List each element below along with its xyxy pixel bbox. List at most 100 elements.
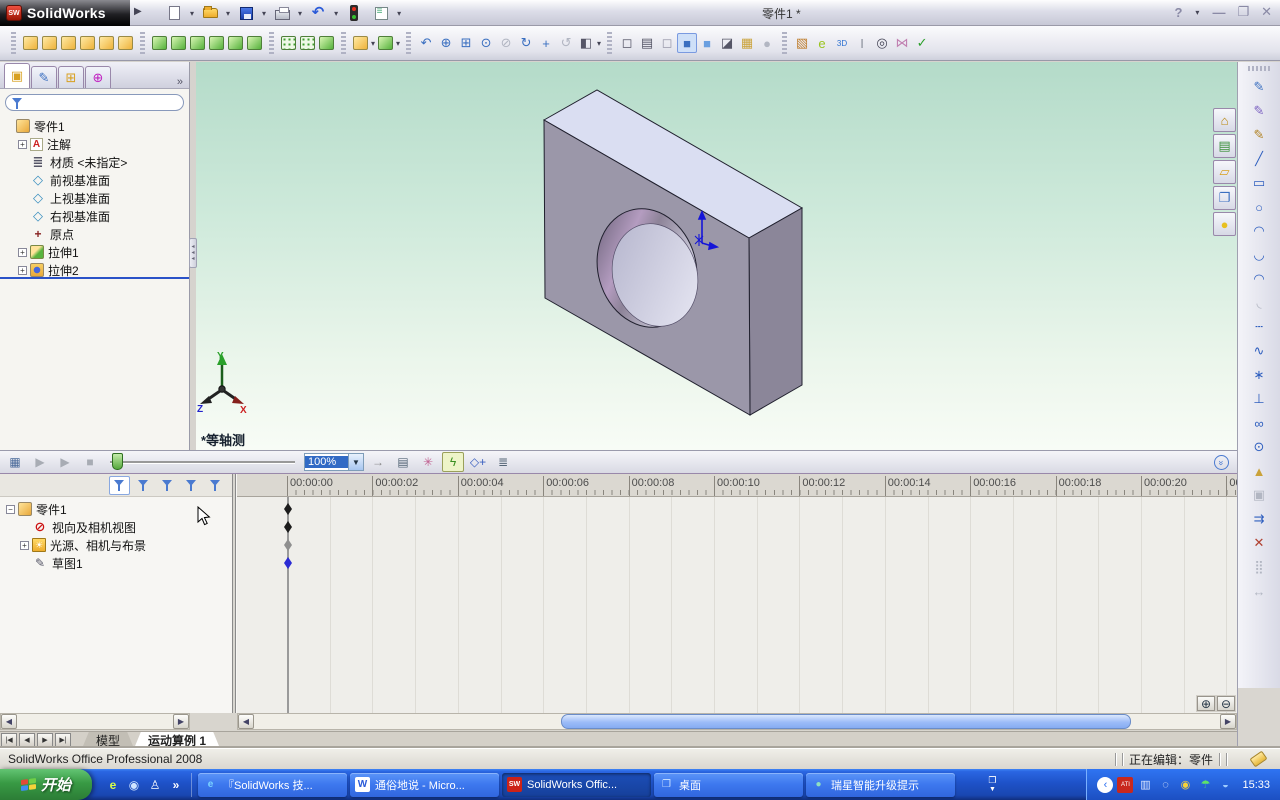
realview-button[interactable]: ▦: [737, 33, 757, 53]
more-tabs-button[interactable]: »: [177, 76, 183, 88]
circular-pattern-button[interactable]: [300, 36, 315, 50]
task-ie-solidworks[interactable]: e 『SolidWorks 技...: [198, 772, 347, 797]
quicklaunch-more-icon[interactable]: »: [168, 777, 184, 793]
mirror-button[interactable]: [319, 36, 334, 50]
open-button[interactable]: [198, 2, 222, 24]
expander-icon[interactable]: −: [6, 504, 15, 514]
part-right-face[interactable]: [748, 207, 803, 416]
motion-item-sketch1[interactable]: +✎草图1: [2, 554, 146, 572]
scrollbar-thumb[interactable]: [561, 714, 1131, 729]
scroll-right-button[interactable]: ▶: [1220, 714, 1236, 729]
tree-item-front-plane[interactable]: +◇前视基准面: [0, 171, 189, 189]
section-view-button-arrow-icon[interactable]: ▾: [597, 39, 601, 48]
section-view-button[interactable]: ◧: [576, 33, 596, 53]
tree-item-annotations[interactable]: + A 注解: [0, 135, 189, 153]
chamfer-button[interactable]: [209, 36, 224, 50]
panel-splitter-handle[interactable]: ◂ ◂ ◂: [189, 238, 197, 268]
shaded-button[interactable]: ■: [697, 33, 717, 53]
rebuild-traffic-light-button[interactable]: [342, 2, 366, 24]
lofted-boss-button[interactable]: [80, 36, 95, 50]
featuremanager-tab[interactable]: ▣: [4, 63, 30, 88]
wireframe-button[interactable]: ◻: [617, 33, 637, 53]
filter-all-button[interactable]: [109, 475, 130, 495]
convert-entities-button[interactable]: ▣: [1249, 485, 1269, 505]
modify-sketch-button[interactable]: ✎: [1249, 125, 1269, 145]
configurationmanager-tab[interactable]: ⊞: [58, 66, 84, 88]
design-checker-button[interactable]: ◎: [872, 33, 892, 53]
display-relations-button[interactable]: ∞: [1249, 413, 1269, 433]
key-point[interactable]: [284, 539, 292, 551]
roll-view-button[interactable]: ↺: [556, 33, 576, 53]
view-palette-tab[interactable]: ❐: [1213, 186, 1236, 210]
cd-tray-icon[interactable]: ◉: [1177, 777, 1193, 793]
undo-button[interactable]: ↶: [306, 2, 330, 24]
play-from-start-button[interactable]: ▶: [29, 452, 51, 472]
extruded-boss-button[interactable]: [23, 36, 38, 50]
rollback-bar[interactable]: [0, 277, 189, 279]
circle-button[interactable]: ○: [1249, 197, 1269, 217]
dropdown-arrow-icon[interactable]: ▾: [298, 9, 302, 18]
shadows-in-shaded-button[interactable]: ◪: [717, 33, 737, 53]
toolbar-grip[interactable]: [1248, 66, 1270, 71]
dropdown-arrow-icon[interactable]: ▾: [334, 9, 338, 18]
add-key-button[interactable]: ◇+: [467, 452, 489, 472]
collapse-motionmanager-button[interactable]: »: [1214, 455, 1229, 470]
task-rising-prompt[interactable]: ● 瑞星智能升级提示: [806, 772, 955, 797]
timeline-horizontal-scrollbar[interactable]: ◀ ▶: [237, 713, 1237, 730]
dimxpert-tab[interactable]: ⊕: [85, 66, 111, 88]
zoom-to-selection-button[interactable]: ⊘: [496, 33, 516, 53]
tree-filter-input[interactable]: [5, 94, 184, 111]
tree-item-origin[interactable]: ++原点: [0, 225, 189, 243]
expander-icon[interactable]: +: [18, 139, 27, 149]
sketch-fillet-button[interactable]: ◟: [1249, 293, 1269, 313]
close-button[interactable]: ✕: [1261, 4, 1272, 20]
dropdown-arrow-icon[interactable]: ▾: [190, 9, 194, 18]
toolbar-grip[interactable]: [140, 32, 145, 54]
toolbox-button[interactable]: I: [852, 33, 872, 53]
expander-icon[interactable]: +: [20, 540, 29, 550]
timeline-zoom-out-button[interactable]: ⊖: [1217, 696, 1235, 711]
save-animation-button[interactable]: ▤: [392, 452, 414, 472]
save-button[interactable]: [234, 2, 258, 24]
lofted-cut-button[interactable]: [171, 36, 186, 50]
swept-cut-button[interactable]: [152, 36, 167, 50]
tray-collapse-icon[interactable]: ‹: [1097, 776, 1114, 793]
line-button[interactable]: ╱: [1249, 149, 1269, 169]
help-button[interactable]: ?: [1174, 5, 1182, 20]
timeline-canvas[interactable]: [237, 497, 1237, 713]
fillet-button[interactable]: [190, 36, 205, 50]
dropdown-arrow-icon[interactable]: ▾: [262, 9, 266, 18]
tag-icon[interactable]: [1249, 750, 1268, 768]
tangent-arc-button[interactable]: ◡: [1249, 245, 1269, 265]
sketch-button[interactable]: ✎: [1249, 77, 1269, 97]
timeline-zoom-in-button[interactable]: ⊕: [1197, 696, 1215, 711]
network-tray-icon[interactable]: ◒: [1217, 777, 1233, 793]
publish-edrawings-button[interactable]: e: [812, 33, 832, 53]
help-dropdown-icon[interactable]: ▾: [1195, 8, 1199, 17]
toolbar-grip[interactable]: [341, 32, 346, 54]
motion-item-lights-cameras-scene[interactable]: + ☀ 光源、相机与布景: [2, 536, 146, 554]
toolbar-grip[interactable]: [406, 32, 412, 54]
scroll-left-button[interactable]: ◀: [238, 714, 254, 729]
capture-quicklaunch-icon[interactable]: ◉: [126, 777, 142, 793]
move-entities-button[interactable]: ↔: [1249, 581, 1269, 601]
extruded-cut-button[interactable]: [99, 36, 114, 50]
filter-results-button[interactable]: [205, 476, 226, 495]
task-solidworks[interactable]: SW SolidWorks Offic...: [502, 772, 651, 797]
trim-entities-button[interactable]: ✕: [1249, 533, 1269, 553]
toolbar-grip[interactable]: [782, 32, 788, 54]
edrawings-quicklaunch-icon[interactable]: e: [105, 777, 121, 793]
appearances-scenes-tab[interactable]: ●: [1213, 212, 1236, 236]
swept-boss-button[interactable]: [61, 36, 76, 50]
start-button[interactable]: 开始: [0, 769, 92, 800]
add-relation-button[interactable]: ⊥: [1249, 389, 1269, 409]
qq-quicklaunch-icon[interactable]: ♙: [147, 777, 163, 793]
options-button[interactable]: [369, 2, 393, 24]
point-button[interactable]: ∗: [1249, 365, 1269, 385]
previous-tab-button[interactable]: ◀: [19, 733, 35, 747]
key-point[interactable]: [284, 521, 292, 533]
menu-expand-arrow-icon[interactable]: ▶: [134, 6, 142, 17]
new-document-button[interactable]: [162, 2, 186, 24]
play-button[interactable]: ▶: [54, 452, 76, 472]
offset-entities-button[interactable]: ⇉: [1249, 509, 1269, 529]
